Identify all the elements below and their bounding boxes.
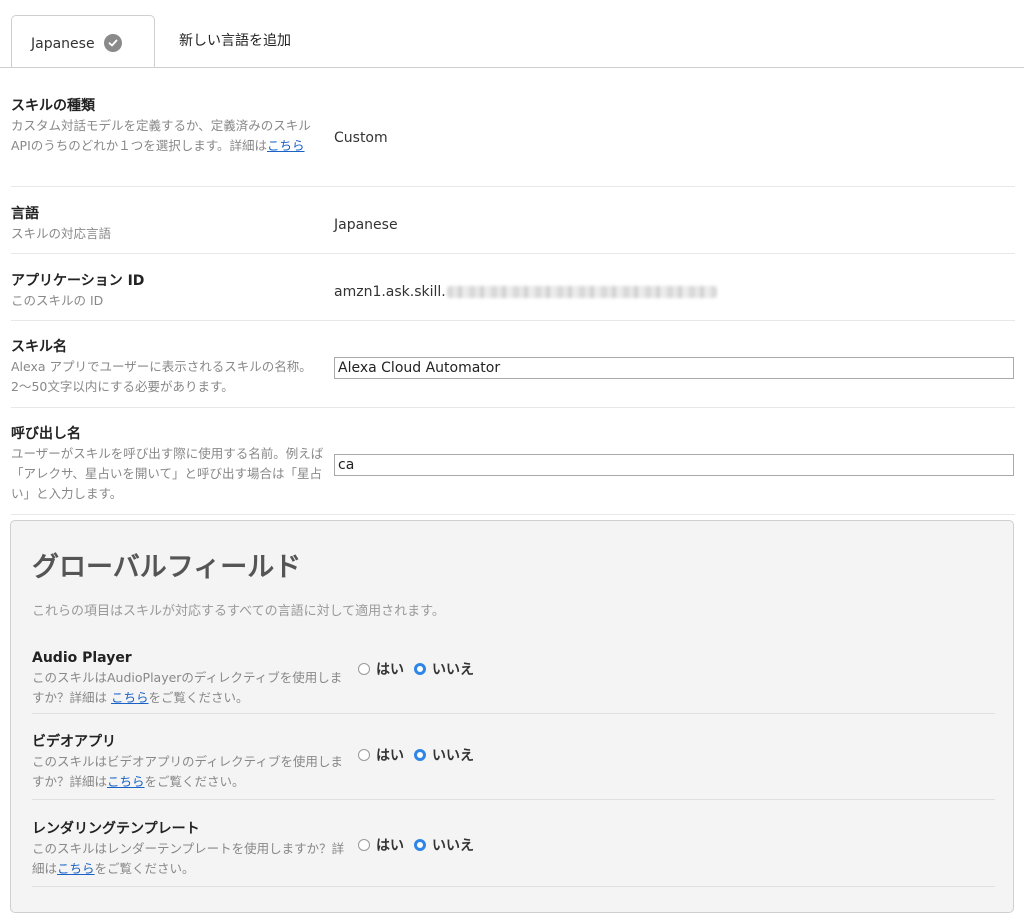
video-app-yes-option[interactable]: はい <box>358 745 404 765</box>
tab-japanese[interactable]: Japanese <box>11 15 155 68</box>
video-app-field: ビデオアプリ このスキルはビデオアプリのディレクティブを使用しますか？詳細はこち… <box>32 733 995 800</box>
application-id-title: アプリケーション ID <box>11 273 145 289</box>
audio-player-title: Audio Player <box>32 650 132 666</box>
skill-name-desc: Alexa アプリでユーザーに表示されるスキルの名称。2〜50文字以内にする必要… <box>11 359 312 394</box>
application-id-row: アプリケーション ID このスキルの ID amzn1.ask.skill. <box>11 272 1015 321</box>
video-app-title: ビデオアプリ <box>32 734 116 750</box>
audio-player-yes-radio[interactable] <box>358 663 370 675</box>
redacted-id <box>446 286 717 298</box>
language-row: 言語 スキルの対応言語 Japanese <box>11 205 1015 254</box>
audio-player-help-link[interactable]: こちら <box>111 690 149 705</box>
invocation-name-input[interactable] <box>334 454 1014 476</box>
video-app-help-link[interactable]: こちら <box>107 774 145 789</box>
global-fields-panel: グローバルフィールド これらの項目はスキルが対応するすべての言語に対して適用され… <box>10 520 1014 913</box>
skill-type-title: スキルの種類 <box>11 98 95 114</box>
video-app-yes-radio[interactable] <box>358 749 370 761</box>
tab-divider <box>0 67 1024 68</box>
application-id-value: amzn1.ask.skill. <box>334 284 717 300</box>
audio-player-radio-group: はい いいえ <box>358 659 484 679</box>
video-app-no-option[interactable]: いいえ <box>414 745 474 765</box>
global-fields-desc: これらの項目はスキルが対応するすべての言語に対して適用されます。 <box>32 604 445 619</box>
render-template-help-link[interactable]: こちら <box>57 861 95 876</box>
invocation-name-desc: ユーザーがスキルを呼び出す際に使用する名前。例えば「アレクサ、星占いを開いて」と… <box>11 446 324 501</box>
audio-player-desc: このスキルはAudioPlayerのディレクティブを使用しますか？詳細は こちら… <box>32 670 343 705</box>
skill-type-help-link[interactable]: こちら <box>267 138 305 153</box>
check-circle-icon <box>103 33 122 52</box>
audio-player-field: Audio Player このスキルはAudioPlayerのディレクティブを使… <box>32 649 995 714</box>
skill-type-value: Custom <box>334 130 388 146</box>
render-template-title: レンダリングテンプレート <box>32 821 200 837</box>
invocation-name-title: 呼び出し名 <box>11 426 81 442</box>
render-template-radio-group: はい いいえ <box>358 835 484 855</box>
render-template-desc: このスキルはレンダーテンプレートを使用しますか？詳細はこちらをご覧ください。 <box>32 841 345 876</box>
render-template-no-radio[interactable] <box>414 839 426 851</box>
language-title: 言語 <box>11 206 39 222</box>
audio-player-no-option[interactable]: いいえ <box>414 659 474 679</box>
skill-type-row: スキルの種類 カスタム対話モデルを定義するか、定義済みのスキルAPIのうちのどれ… <box>11 97 1015 187</box>
invocation-name-row: 呼び出し名 ユーザーがスキルを呼び出す際に使用する名前。例えば「アレクサ、星占い… <box>11 425 1015 515</box>
video-app-desc: このスキルはビデオアプリのディレクティブを使用しますか？詳細はこちらをご覧くださ… <box>32 754 343 789</box>
tab-add-language[interactable]: 新しい言語を追加 <box>179 30 291 50</box>
render-template-field: レンダリングテンプレート このスキルはレンダーテンプレートを使用しますか？詳細は… <box>32 820 995 887</box>
language-desc: スキルの対応言語 <box>11 226 112 241</box>
skill-name-input[interactable] <box>334 357 1014 379</box>
skill-type-desc: カスタム対話モデルを定義するか、定義済みのスキルAPIのうちのどれか１つを選択し… <box>11 118 311 153</box>
skill-name-row: スキル名 Alexa アプリでユーザーに表示されるスキルの名称。2〜50文字以内… <box>11 338 1015 408</box>
application-id-desc: このスキルの ID <box>11 293 104 308</box>
render-template-yes-radio[interactable] <box>358 839 370 851</box>
global-fields-title: グローバルフィールド <box>32 552 302 583</box>
tab-japanese-label: Japanese <box>31 35 95 52</box>
render-template-no-option[interactable]: いいえ <box>414 835 474 855</box>
audio-player-no-radio[interactable] <box>414 663 426 675</box>
language-value: Japanese <box>334 217 398 233</box>
audio-player-yes-option[interactable]: はい <box>358 659 404 679</box>
language-tab-bar: Japanese 新しい言語を追加 <box>0 0 1024 68</box>
video-app-no-radio[interactable] <box>414 749 426 761</box>
skill-name-title: スキル名 <box>11 339 67 355</box>
video-app-radio-group: はい いいえ <box>358 745 484 765</box>
render-template-yes-option[interactable]: はい <box>358 835 404 855</box>
